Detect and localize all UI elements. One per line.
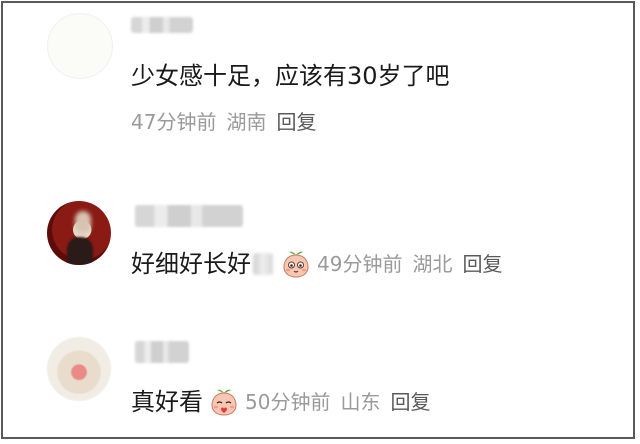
comment-text: 少女感十足，应该有30岁了吧 <box>131 61 450 91</box>
reply-button[interactable]: 回复 <box>390 387 430 417</box>
peach-kiss-icon <box>211 389 237 416</box>
username-blurred[interactable] <box>131 17 193 33</box>
reply-button[interactable]: 回复 <box>462 249 502 279</box>
comment-location: 湖南 <box>226 110 267 134</box>
comment-location: 山东 <box>340 390 381 414</box>
blurred-word <box>253 253 273 275</box>
comment-text-content: 真好看 <box>131 388 203 416</box>
comment-meta: 47分钟前 湖南 回复 <box>131 107 316 137</box>
username-blurred[interactable] <box>135 341 189 363</box>
avatar[interactable] <box>47 337 111 401</box>
comment-text: 好细好长好 49分钟前 湖北 回复 <box>131 249 502 279</box>
comment-list: 少女感十足，应该有30岁了吧 47分钟前 湖南 回复 好细好长好 49分钟前 湖… <box>1 1 635 439</box>
comment-text-content: 好细好长好 <box>131 250 251 278</box>
comment-time: 50分钟前 <box>245 390 331 414</box>
comment-time: 47分钟前 <box>131 110 217 134</box>
avatar[interactable] <box>47 13 113 79</box>
comment-location: 湖北 <box>412 252 453 276</box>
reply-button[interactable]: 回复 <box>276 107 316 137</box>
comment-time: 49分钟前 <box>317 252 403 276</box>
comment-text-content: 少女感十足，应该有30岁了吧 <box>131 62 450 90</box>
username-blurred[interactable] <box>135 205 243 227</box>
avatar[interactable] <box>47 201 111 265</box>
comment-text: 真好看 50分钟前 山东 回复 <box>131 387 430 417</box>
peach-face-icon <box>283 251 309 278</box>
